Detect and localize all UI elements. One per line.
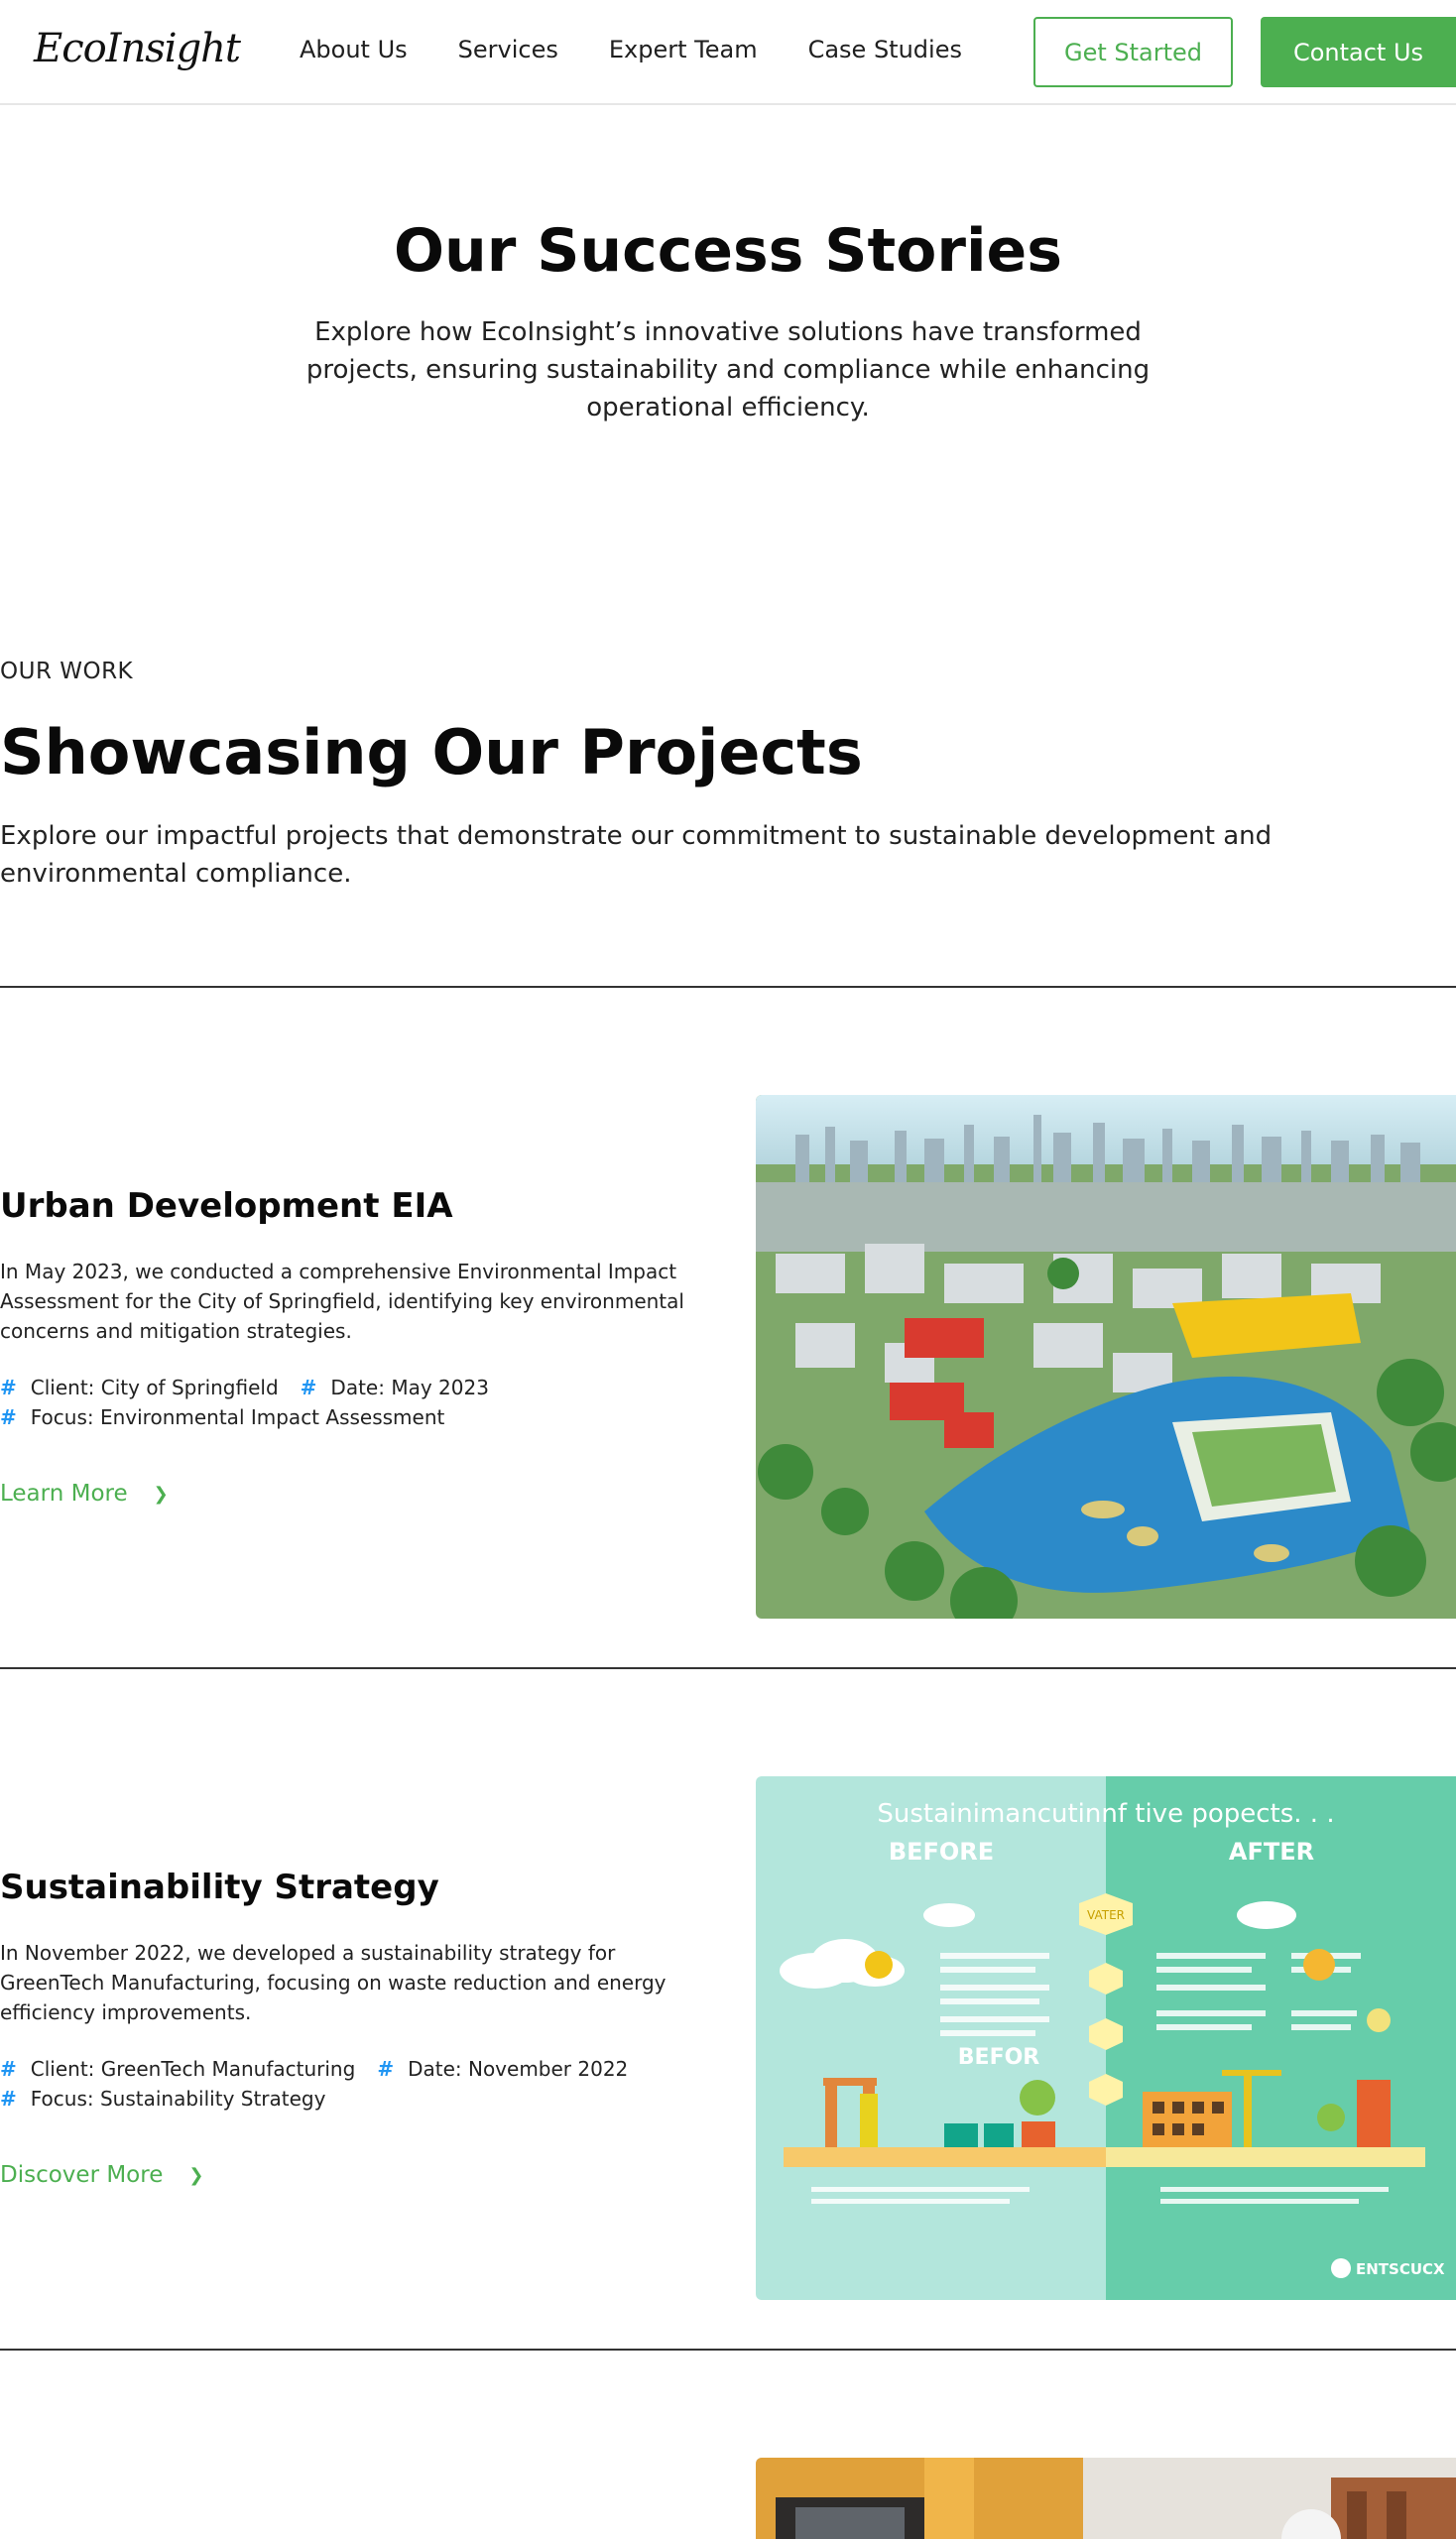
project-title: Urban Development EIA: [0, 1186, 453, 1226]
project-meta: # Focus: Sustainability Strategy: [0, 2087, 347, 2111]
section-title: Showcasing Our Projects: [0, 716, 863, 788]
infographic-brand: ENTSCUCX: [1356, 2260, 1445, 2278]
project-meta: # Client: GreenTech Manufacturing # Date: …: [0, 2057, 650, 2081]
project-meta: # Client: City of Springfield # Date: May …: [0, 1376, 511, 1399]
before-after-infographic: Sustainimancutinnf tive popects. . . BEF…: [756, 1776, 1456, 2300]
get-started-button[interactable]: Get Started: [1033, 17, 1233, 87]
hash-icon: #: [300, 1376, 317, 1399]
project-description: In November 2022, we developed a sustain…: [0, 1941, 667, 2024]
discover-more-label: Discover More: [0, 2162, 164, 2188]
project-image: Sustainimancutinnf tive popects. . . BEF…: [756, 1776, 1456, 2300]
section-divider: [0, 986, 1456, 988]
logo[interactable]: EcoInsight: [34, 26, 241, 71]
project-client: Client: City of Springfield: [30, 1376, 279, 1399]
infographic-heading: Sustainimancutinnf tive popects. . .: [877, 1799, 1334, 1829]
section-eyebrow: OUR WORK: [0, 659, 134, 684]
nav-services[interactable]: Services: [458, 36, 558, 63]
nav-about-us[interactable]: About Us: [300, 36, 408, 63]
project-focus: Focus: Sustainability Strategy: [30, 2087, 326, 2111]
project-focus: Focus: Environmental Impact Assessment: [30, 1405, 445, 1429]
aerial-city-illustration: [756, 1095, 1456, 1619]
hash-icon: #: [0, 2087, 17, 2111]
hash-icon: #: [0, 1405, 17, 1429]
project-client: Client: GreenTech Manufacturing: [30, 2057, 356, 2081]
hero-subtitle: Explore how EcoInsight’s innovative solu…: [305, 317, 1151, 423]
hero-title: Our Success Stories: [394, 216, 1062, 286]
hash-icon: #: [0, 1376, 17, 1399]
construction-photo: [756, 2458, 1456, 2539]
infographic-mid-label: BEFOR: [958, 2045, 1040, 2070]
project-date: Date: May 2023: [330, 1376, 489, 1399]
contact-us-button[interactable]: Contact Us: [1261, 17, 1456, 87]
project-description: In May 2023, we conducted a comprehensiv…: [0, 1260, 684, 1343]
infographic-water-label: VATER: [1087, 1908, 1125, 1922]
chevron-right-icon: ❯: [153, 1483, 169, 1505]
learn-more-link[interactable]: Learn More ❯: [0, 1481, 169, 1507]
project-image: [756, 1095, 1456, 1619]
project-meta: # Focus: Environmental Impact Assessment: [0, 1405, 466, 1429]
main-nav: About Us Services Expert Team Case Studi…: [300, 36, 1013, 63]
nav-expert-team[interactable]: Expert Team: [609, 36, 758, 63]
hash-icon: #: [0, 2057, 17, 2081]
discover-more-link[interactable]: Discover More ❯: [0, 2162, 203, 2188]
section-description: Explore our impactful projects that demo…: [0, 821, 1273, 889]
project-image: [756, 2458, 1456, 2539]
section-divider: [0, 2349, 1456, 2351]
learn-more-label: Learn More: [0, 1481, 128, 1507]
nav-case-studies[interactable]: Case Studies: [808, 36, 962, 63]
project-date: Date: November 2022: [408, 2057, 629, 2081]
chevron-right-icon: ❯: [188, 2164, 204, 2186]
hash-icon: #: [377, 2057, 395, 2081]
infographic-after-label: AFTER: [1229, 1838, 1314, 1866]
section-divider: [0, 1667, 1456, 1669]
project-title: Sustainability Strategy: [0, 1868, 439, 1907]
infographic-before-label: BEFORE: [889, 1838, 994, 1866]
site-header: EcoInsight About Us Services Expert Team…: [0, 0, 1456, 105]
